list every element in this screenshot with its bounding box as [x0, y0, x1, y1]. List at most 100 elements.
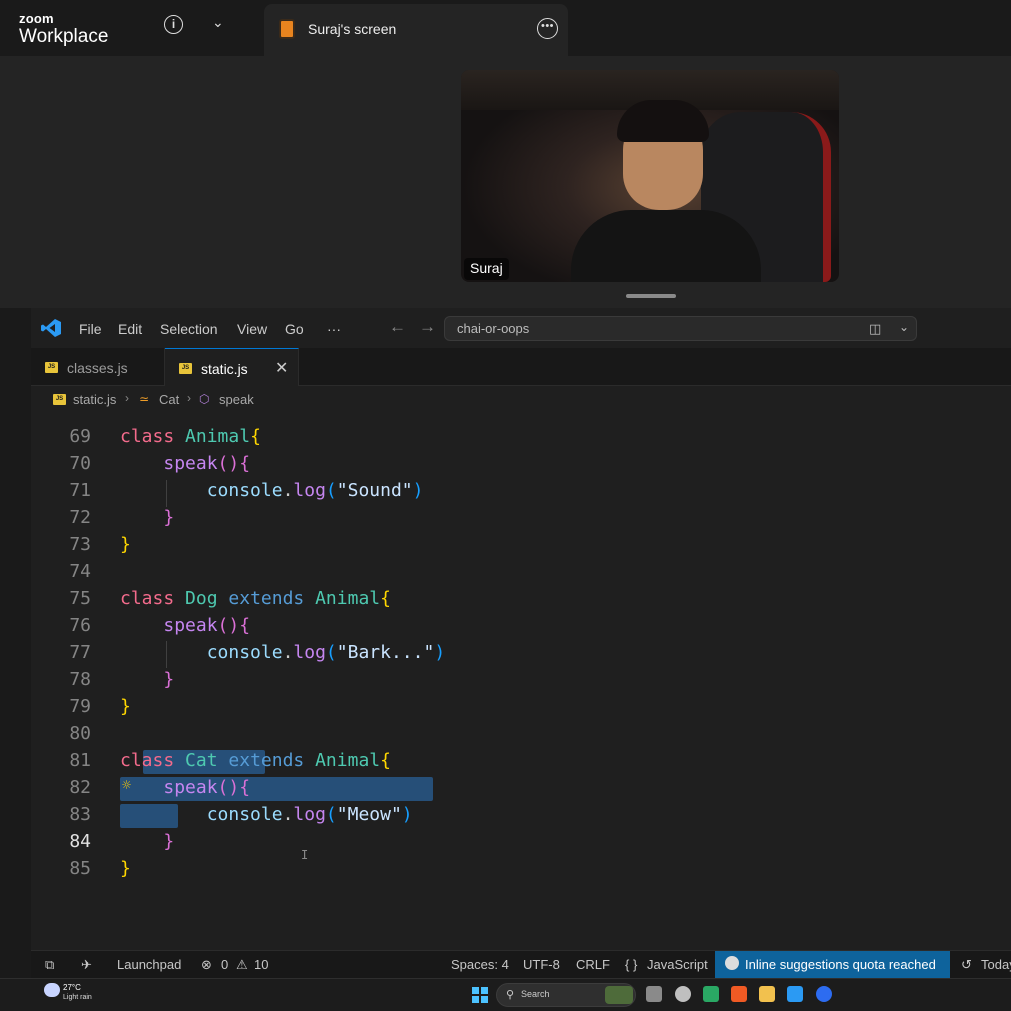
- code-line: 71 console.log("Sound"): [31, 477, 1011, 504]
- chrome-icon[interactable]: [675, 986, 691, 1002]
- vscode-logo-icon: [41, 319, 61, 337]
- line-number: 85: [69, 858, 91, 879]
- menu-view[interactable]: View: [237, 321, 267, 337]
- forward-arrow-icon[interactable]: →: [419, 317, 436, 337]
- code-text: speak(){: [163, 453, 251, 474]
- line-number: 81: [69, 750, 91, 771]
- indentation-status[interactable]: Spaces: 4: [451, 957, 509, 972]
- search-icon: ⚲: [506, 989, 515, 1001]
- taskbar-search[interactable]: ⚲ Search: [496, 983, 636, 1007]
- error-count[interactable]: 0: [221, 957, 228, 972]
- windows-start-icon[interactable]: [472, 987, 488, 1003]
- tab-classes-js[interactable]: JS classes.js: [31, 348, 165, 386]
- search-highlight-image: [605, 986, 633, 1004]
- participant-video[interactable]: [461, 70, 839, 282]
- encoding-status[interactable]: UTF-8: [523, 957, 560, 972]
- line-number: 70: [69, 453, 91, 474]
- chevron-right-icon: ›: [125, 391, 129, 405]
- braces-icon[interactable]: { }: [625, 957, 637, 972]
- close-icon[interactable]: ✕: [275, 358, 288, 378]
- weather-temperature[interactable]: 27°C: [63, 983, 81, 992]
- sublime-app-icon: [279, 19, 295, 39]
- line-number: 76: [69, 615, 91, 636]
- file-explorer-icon[interactable]: [759, 986, 775, 1002]
- status-bar: ⧉ ✈ Launchpad ⊗ 0 ⚠ 10 Spaces: 4 UTF-8 C…: [31, 950, 1011, 979]
- weather-description[interactable]: Light rain: [63, 994, 92, 1001]
- code-line: 70 speak(){: [31, 450, 1011, 477]
- code-line: 82 ☼ speak(){: [31, 774, 1011, 801]
- line-number: 80: [69, 723, 91, 744]
- code-text: }: [163, 831, 175, 852]
- code-line: 85 }: [31, 855, 1011, 882]
- chevron-down-icon[interactable]: ⌄: [899, 320, 909, 334]
- code-text: console.log("Sound"): [206, 480, 424, 501]
- participant-name-label: Suraj: [464, 258, 509, 280]
- notice-text: Inline suggestions quota reached: [745, 957, 936, 972]
- code-line: 78 }: [31, 666, 1011, 693]
- line-number: 74: [69, 561, 91, 582]
- menu-more[interactable]: ···: [327, 321, 341, 337]
- code-text: class Cat extends Animal{: [120, 750, 391, 771]
- code-text: console.log("Bark..."): [206, 642, 446, 663]
- line-number: 73: [69, 534, 91, 555]
- inline-suggestions-notice[interactable]: Inline suggestions quota reached: [715, 951, 950, 979]
- js-file-icon: JS: [45, 362, 58, 373]
- info-icon[interactable]: i: [164, 15, 183, 34]
- windows-taskbar: 27°C Light rain ⚲ Search: [0, 978, 1011, 1011]
- line-number: 78: [69, 669, 91, 690]
- line-number: 83: [69, 804, 91, 825]
- zoom-top-bar: zoom Workplace i ⌄ Suraj's screen •••: [0, 0, 1011, 56]
- task-view-icon[interactable]: [646, 986, 662, 1002]
- code-line: 83 console.log("Meow"): [31, 801, 1011, 828]
- chevron-down-icon[interactable]: ⌄: [212, 14, 224, 31]
- vscode-taskbar-icon[interactable]: [787, 986, 803, 1002]
- js-file-icon: JS: [53, 394, 66, 405]
- today-status[interactable]: Today: [981, 957, 1011, 972]
- brave-browser-icon[interactable]: [731, 986, 747, 1002]
- line-number-current: 84: [69, 831, 91, 852]
- code-editor[interactable]: 69 class Animal{ 70 speak(){ 71 console.…: [31, 414, 1011, 950]
- warning-count[interactable]: 10: [254, 957, 268, 972]
- copilot-chat-icon[interactable]: ◫: [869, 321, 881, 337]
- resize-drag-handle[interactable]: [626, 294, 676, 298]
- command-center[interactable]: chai-or-oops ◫ ⌄: [444, 316, 917, 341]
- tab-label: classes.js: [67, 360, 128, 376]
- code-line: 72 }: [31, 504, 1011, 531]
- line-number: 79: [69, 696, 91, 717]
- history-icon[interactable]: ↺: [961, 957, 972, 973]
- method-symbol-icon: ⬡: [199, 392, 210, 406]
- more-options-icon[interactable]: •••: [537, 18, 558, 39]
- remote-icon[interactable]: ⧉: [45, 957, 54, 973]
- screen-share-tab[interactable]: Suraj's screen •••: [264, 4, 568, 56]
- weather-icon[interactable]: [44, 983, 60, 997]
- chevron-right-icon: ›: [187, 391, 191, 405]
- code-text: speak(){: [163, 777, 251, 798]
- tab-static-js[interactable]: JS static.js ✕: [165, 348, 299, 386]
- code-text: }: [120, 534, 131, 555]
- menu-edit[interactable]: Edit: [118, 321, 142, 337]
- menu-file[interactable]: File: [79, 321, 102, 337]
- code-text: console.log("Meow"): [206, 804, 413, 825]
- launchpad-icon[interactable]: ✈: [81, 957, 92, 973]
- app-icon[interactable]: [703, 986, 719, 1002]
- code-line: 75 class Dog extends Animal{: [31, 585, 1011, 612]
- menu-go[interactable]: Go: [285, 321, 304, 337]
- eol-status[interactable]: CRLF: [576, 957, 610, 972]
- zoom-taskbar-icon[interactable]: [816, 986, 832, 1002]
- launchpad-label[interactable]: Launchpad: [117, 957, 181, 972]
- back-arrow-icon[interactable]: ←: [389, 317, 406, 337]
- breadcrumb-file[interactable]: static.js: [73, 392, 116, 407]
- breadcrumb-class[interactable]: Cat: [159, 392, 179, 407]
- line-number: 69: [69, 426, 91, 447]
- menu-selection[interactable]: Selection: [160, 321, 218, 337]
- line-number: 77: [69, 642, 91, 663]
- zoom-logo-big: Workplace: [19, 26, 109, 47]
- language-mode[interactable]: JavaScript: [647, 957, 708, 972]
- warning-icon[interactable]: ⚠: [236, 957, 248, 973]
- code-line: 76 speak(){: [31, 612, 1011, 639]
- command-center-text: chai-or-oops: [457, 321, 530, 336]
- error-icon[interactable]: ⊗: [201, 957, 212, 973]
- vscode-window: File Edit Selection View Go ··· ← → chai…: [31, 308, 1011, 979]
- zoom-logo: zoom Workplace: [19, 12, 108, 46]
- breadcrumb-method[interactable]: speak: [219, 392, 254, 407]
